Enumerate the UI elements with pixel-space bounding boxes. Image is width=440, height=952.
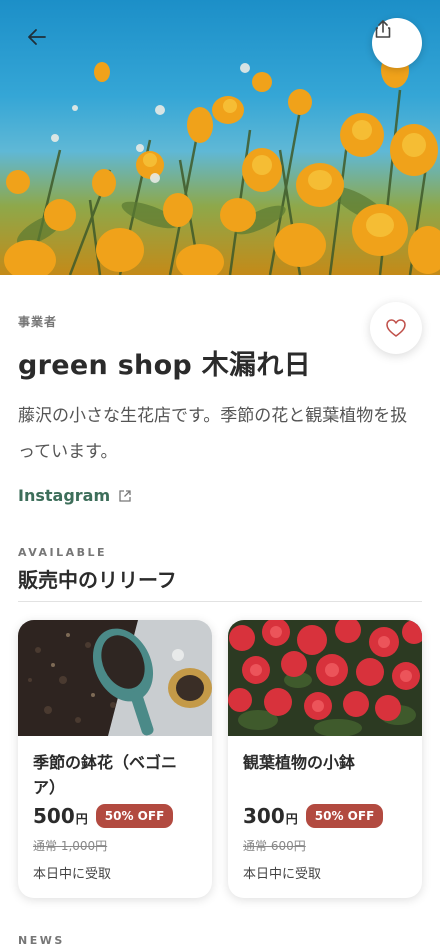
- relief-card[interactable]: 観葉植物の小鉢 300円 50% OFF 通常 600円 本日中に受取: [228, 620, 422, 898]
- card-image-begonia: [228, 620, 422, 736]
- card-title: 観葉植物の小鉢: [243, 753, 356, 772]
- original-price: 通常 1,000円: [33, 839, 108, 853]
- share-icon: [375, 20, 391, 38]
- price: 300円: [243, 804, 298, 828]
- external-link-icon: [119, 489, 131, 502]
- price-row: 300円 50% OFF: [243, 804, 384, 828]
- price: 500円: [33, 804, 88, 828]
- shop-description: 藤沢の小さな生花店です。季節の花と観葉植物を扱っています。: [18, 406, 408, 462]
- card-title: 季節の鉢花（ベゴニア）: [33, 753, 178, 797]
- price-row: 500円 50% OFF: [33, 804, 174, 828]
- instagram-link[interactable]: Instagram: [18, 486, 132, 505]
- card-image-soil-trowel: [18, 620, 212, 736]
- arrow-left-icon: [28, 29, 46, 45]
- pickup-info: 本日中に受取: [243, 867, 322, 882]
- pickup-info: 本日中に受取: [33, 867, 112, 882]
- discount-badge: 50% OFF: [95, 804, 174, 828]
- shop-name: green shop 木漏れ日: [18, 350, 311, 381]
- original-price: 通常 600円: [243, 839, 306, 853]
- hero-image: [0, 0, 440, 275]
- share-button[interactable]: [372, 18, 422, 68]
- section-title: 販売中のリリーフ: [18, 568, 177, 592]
- heart-icon: [386, 319, 406, 337]
- back-button[interactable]: [26, 26, 60, 60]
- instagram-link-label: Instagram: [18, 486, 111, 505]
- relief-card[interactable]: 季節の鉢花（ベゴニア） 500円 50% OFF 通常 1,000円 本日中に受…: [18, 620, 212, 898]
- profile-kicker: 事業者: [18, 315, 58, 329]
- section-kicker-news: NEWS: [18, 934, 65, 947]
- discount-badge: 50% OFF: [305, 804, 384, 828]
- section-kicker-available: AVAILABLE: [18, 546, 108, 559]
- favorite-button[interactable]: [370, 302, 422, 354]
- section-divider: [18, 601, 422, 602]
